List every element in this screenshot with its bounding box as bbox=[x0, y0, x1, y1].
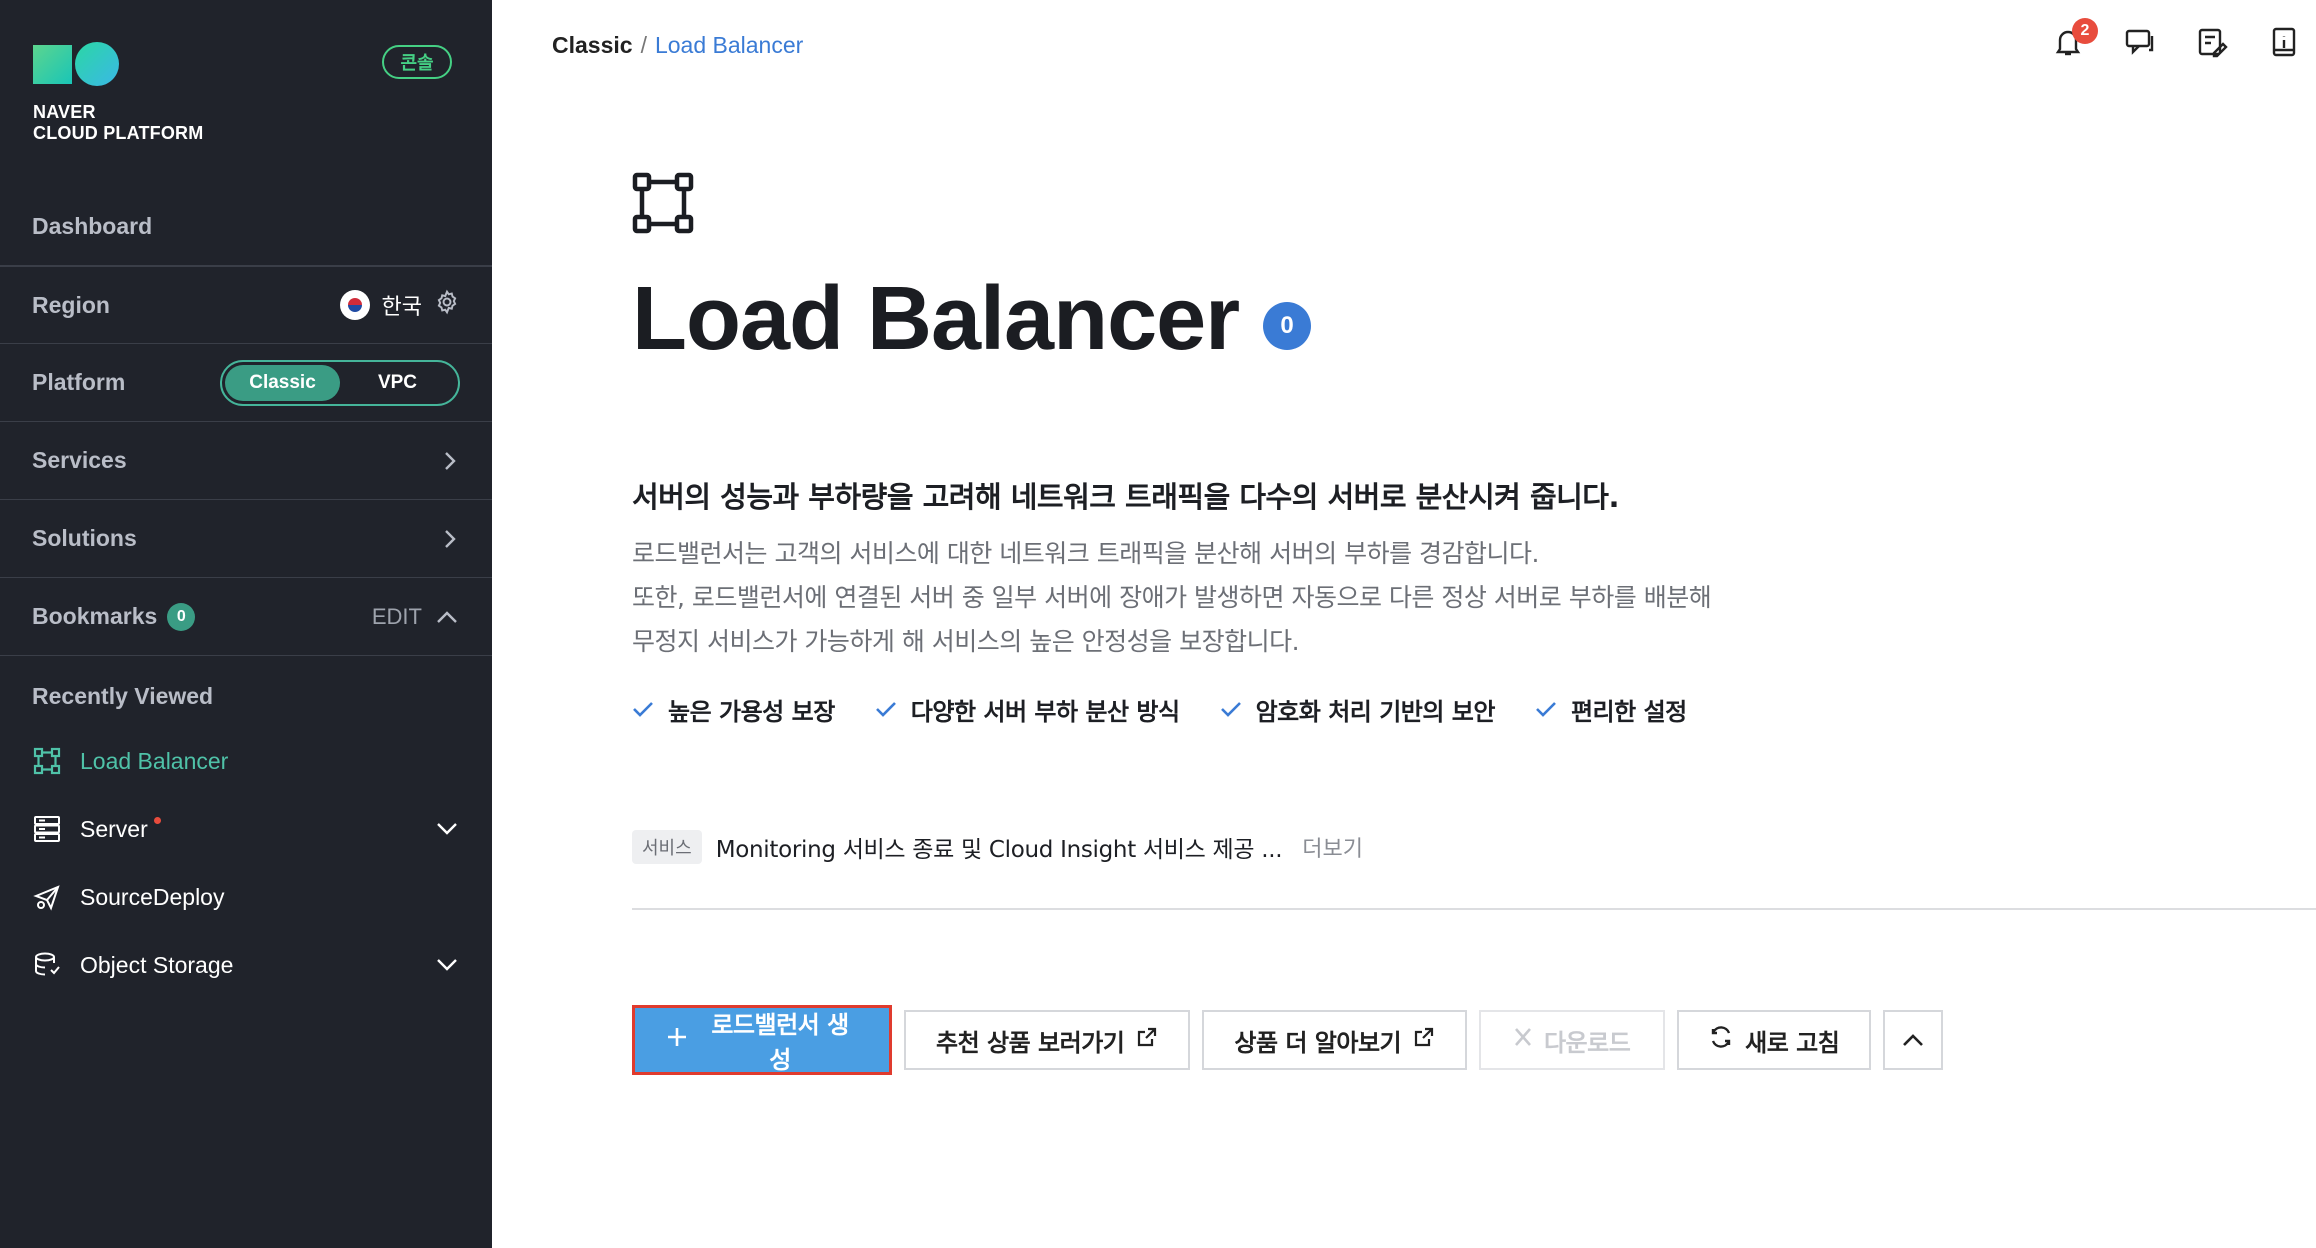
platform-option-classic[interactable]: Classic bbox=[225, 364, 340, 401]
sidebar-item-bookmarks[interactable]: Bookmarks 0 EDIT bbox=[0, 578, 492, 656]
notice-tag: 서비스 bbox=[632, 830, 702, 864]
chevron-down-icon[interactable] bbox=[434, 955, 460, 975]
download-button[interactable]: 다운로드 bbox=[1479, 1010, 1666, 1070]
top-toolbar: 2 bbox=[2052, 18, 2316, 58]
refresh-icon bbox=[1709, 1025, 1733, 1055]
sidebar-item-solutions[interactable]: Solutions bbox=[0, 500, 492, 578]
load-balancer-icon bbox=[32, 746, 62, 776]
sidebar-item-services[interactable]: Services bbox=[0, 422, 492, 500]
bookmarks-count-badge: 0 bbox=[167, 602, 196, 631]
check-icon bbox=[632, 696, 654, 724]
recent-item-load-balancer[interactable]: Load Balancer bbox=[32, 741, 460, 781]
feature-item: 높은 가용성 보장 bbox=[632, 692, 835, 727]
external-link-icon bbox=[1136, 1026, 1158, 1054]
recently-viewed-title: Recently Viewed bbox=[32, 683, 214, 709]
recent-item-sourcedeploy[interactable]: SourceDeploy bbox=[32, 877, 460, 917]
learn-more-button[interactable]: 상품 더 알아보기 bbox=[1202, 1010, 1468, 1070]
description-line: 또한, 로드밸런서에 연결된 서버 중 일부 서버에 장애가 발생하면 자동으로… bbox=[632, 583, 1712, 612]
naver-cloud-logo[interactable]: NAVER CLOUD PLATFORM bbox=[33, 42, 203, 144]
check-icon bbox=[1535, 696, 1557, 724]
memo-edit-icon[interactable] bbox=[2196, 26, 2228, 58]
chevron-down-icon[interactable] bbox=[434, 819, 460, 839]
recent-item-server[interactable]: Server bbox=[32, 809, 460, 849]
create-load-balancer-button[interactable]: 로드밸런서 생성 bbox=[632, 1005, 892, 1075]
recent-item-label: Server bbox=[80, 815, 148, 842]
region-value: 한국 bbox=[381, 295, 422, 320]
product-description: 로드밸런서는 고객의 서비스에 대한 네트워크 트래픽을 분산해 서버의 부하를… bbox=[632, 532, 1712, 664]
bell-icon[interactable]: 2 bbox=[2052, 18, 2098, 58]
product-headline: 서버의 성능과 부하량을 고려해 네트워크 트래픽을 다수의 서버로 분산시켜 … bbox=[632, 480, 1620, 514]
plus-icon bbox=[665, 1025, 689, 1055]
sidebar-item-region[interactable]: Region 한국 bbox=[0, 266, 492, 344]
notification-count-badge: 2 bbox=[2072, 18, 2098, 44]
feature-label: 다양한 서버 부하 분산 방식 bbox=[910, 698, 1180, 726]
chevron-right-icon bbox=[440, 449, 460, 473]
korea-flag-icon bbox=[339, 290, 370, 320]
feature-item: 편리한 설정 bbox=[1535, 692, 1687, 727]
button-label: 상품 더 알아보기 bbox=[1234, 1028, 1402, 1057]
recent-item-label: SourceDeploy bbox=[80, 883, 225, 910]
check-icon bbox=[875, 696, 897, 724]
solutions-label: Solutions bbox=[32, 525, 137, 551]
breadcrumb: Classic / Load Balancer bbox=[552, 32, 803, 59]
feature-item: 다양한 서버 부하 분산 방식 bbox=[875, 692, 1180, 727]
manual-book-icon[interactable] bbox=[2268, 26, 2300, 58]
chevron-right-icon bbox=[440, 527, 460, 551]
button-label: 다운로드 bbox=[1543, 1028, 1631, 1057]
notice-text[interactable]: Monitoring 서비스 종료 및 Cloud Insight 서비스 제공… bbox=[716, 830, 1283, 864]
console-badge[interactable]: 콘솔 bbox=[382, 45, 452, 79]
external-link-icon bbox=[1413, 1026, 1435, 1054]
sidebar-item-platform: Platform Classic VPC bbox=[0, 344, 492, 422]
bookmarks-edit-button[interactable]: EDIT bbox=[372, 604, 422, 630]
recent-item-object-storage[interactable]: Object Storage bbox=[32, 945, 460, 985]
source-deploy-icon bbox=[32, 882, 62, 912]
description-line: 로드밸런서는 고객의 서비스에 대한 네트워크 트래픽을 분산해 서버의 부하를… bbox=[632, 539, 1539, 568]
service-notice: 서비스 Monitoring 서비스 종료 및 Cloud Insight 서비… bbox=[632, 830, 1363, 864]
sidebar-item-dashboard[interactable]: Dashboard bbox=[0, 188, 492, 266]
gear-icon[interactable] bbox=[434, 289, 460, 321]
collapse-button[interactable] bbox=[1883, 1010, 1944, 1070]
button-label: 새로 고침 bbox=[1745, 1028, 1840, 1057]
logo-line2: CLOUD PLATFORM bbox=[33, 123, 204, 143]
platform-option-vpc[interactable]: VPC bbox=[340, 365, 455, 401]
region-label: Region bbox=[32, 291, 110, 318]
description-line: 무정지 서비스가 가능하게 해 서비스의 높은 안정성을 보장합니다. bbox=[632, 627, 1300, 656]
services-label: Services bbox=[32, 447, 127, 473]
notice-more-link[interactable]: 더보기 bbox=[1302, 831, 1363, 863]
check-icon bbox=[1220, 696, 1242, 724]
recommended-products-button[interactable]: 추천 상품 보러가기 bbox=[904, 1010, 1191, 1070]
platform-label: Platform bbox=[32, 369, 126, 395]
chat-icon[interactable] bbox=[2124, 26, 2156, 58]
recent-item-label: Load Balancer bbox=[80, 747, 229, 774]
chevron-up-icon[interactable] bbox=[434, 607, 460, 627]
divider bbox=[632, 908, 2316, 910]
feature-label: 높은 가용성 보장 bbox=[668, 698, 835, 726]
feature-label: 암호화 처리 기반의 보안 bbox=[1255, 698, 1496, 726]
load-balancer-icon bbox=[632, 172, 694, 239]
resource-count-badge: 0 bbox=[1263, 302, 1311, 350]
dashboard-label: Dashboard bbox=[32, 213, 153, 239]
excel-icon bbox=[1514, 1026, 1532, 1054]
breadcrumb-root[interactable]: Classic bbox=[552, 32, 633, 59]
object-storage-icon bbox=[32, 950, 62, 980]
bookmarks-label: Bookmarks bbox=[32, 603, 158, 629]
breadcrumb-separator: / bbox=[640, 32, 647, 58]
page-title: Load Balancer bbox=[632, 269, 1240, 369]
feature-list: 높은 가용성 보장 다양한 서버 부하 분산 방식 암호화 처리 기반의 보안 … bbox=[632, 692, 1687, 727]
logo-mark-icon bbox=[33, 42, 203, 86]
button-label: 로드밸런서 생성 bbox=[711, 1011, 849, 1074]
breadcrumb-current[interactable]: Load Balancer bbox=[655, 32, 803, 59]
chevron-up-icon bbox=[1901, 1026, 1925, 1054]
server-icon bbox=[32, 814, 62, 844]
recent-item-label: Object Storage bbox=[80, 951, 234, 978]
sidebar: NAVER CLOUD PLATFORM 콘솔 Dashboard Region… bbox=[0, 0, 492, 1248]
button-label: 추천 상품 보러가기 bbox=[936, 1028, 1125, 1057]
refresh-button[interactable]: 새로 고침 bbox=[1677, 1010, 1872, 1070]
feature-item: 암호화 처리 기반의 보안 bbox=[1220, 692, 1495, 727]
platform-toggle[interactable]: Classic VPC bbox=[220, 359, 460, 406]
action-buttons: 로드밸런서 생성 추천 상품 보러가기 상품 더 알아보기 다운로드 새로 고침 bbox=[632, 1005, 1944, 1075]
logo-line1: NAVER bbox=[33, 102, 96, 122]
feature-label: 편리한 설정 bbox=[1570, 698, 1687, 726]
new-indicator-dot bbox=[153, 816, 161, 824]
